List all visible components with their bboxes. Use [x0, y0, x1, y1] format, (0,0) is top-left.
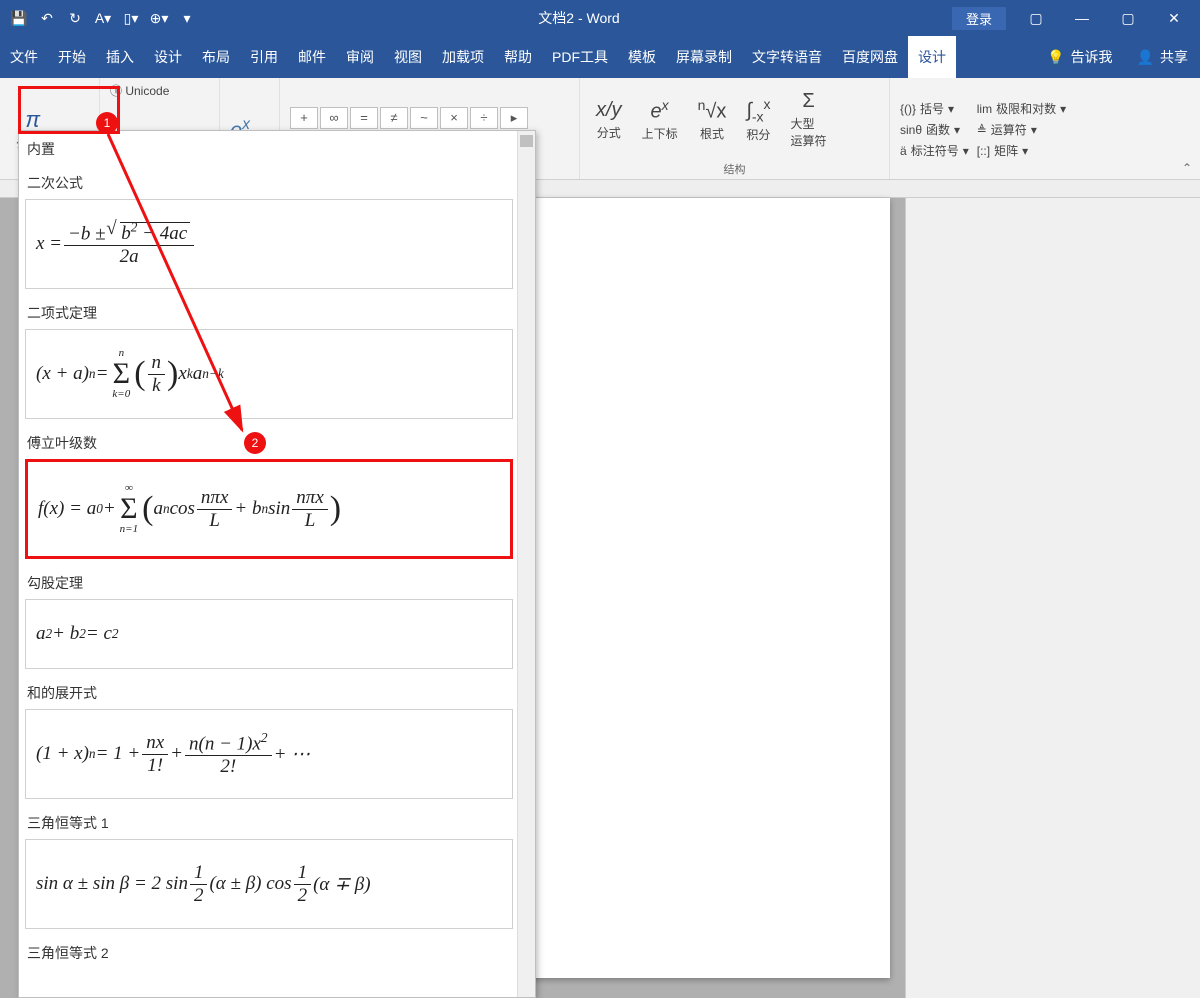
ribbon-display-options[interactable]: ▢ [1016, 0, 1056, 36]
annotation-badge-1: 1 [96, 112, 118, 134]
sym-infinity[interactable]: ∞ [320, 107, 348, 129]
gallery-header-trig1: 三角恒等式 1 [27, 813, 511, 833]
tab-file[interactable]: 文件 [0, 36, 48, 78]
tab-help[interactable]: 帮助 [494, 36, 542, 78]
save-button[interactable]: 💾 [6, 5, 32, 31]
gallery-item-quadratic[interactable]: x = −b ± b2 − 4ac 2a [25, 199, 513, 289]
tab-mailings[interactable]: 邮件 [288, 36, 336, 78]
accent-icon: ä [900, 144, 907, 158]
right-sidebar [905, 198, 1200, 998]
redo-button[interactable]: ↻ [62, 5, 88, 31]
tab-design[interactable]: 设计 [144, 36, 192, 78]
close-button[interactable]: ✕ [1154, 0, 1194, 36]
gallery-header-trig2: 三角恒等式 2 [27, 943, 511, 963]
operator-icon: ≜ [977, 123, 987, 137]
tab-view[interactable]: 视图 [384, 36, 432, 78]
tab-templates[interactable]: 模板 [618, 36, 666, 78]
gallery-scrollbar[interactable] [517, 131, 535, 997]
tab-pdf[interactable]: PDF工具 [542, 36, 618, 78]
function-icon: sinθ [900, 123, 922, 137]
gallery-item-fourier[interactable]: f(x) = a0 + ∞Σn=1 ( an cos nπxL + bn sin… [25, 459, 513, 559]
ribbon-group-more-structures: {()} 括号 ▾ sinθ 函数 ▾ ä 标注符号 ▾ lim 极限和对数 ▾… [890, 78, 1130, 179]
limit-log-button[interactable]: lim 极限和对数 ▾ [977, 100, 1066, 117]
sym-more[interactable]: ▸ [500, 107, 528, 129]
lightbulb-icon: 💡 [1047, 49, 1064, 66]
tab-baidu[interactable]: 百度网盘 [832, 36, 908, 78]
tab-review[interactable]: 审阅 [336, 36, 384, 78]
titlebar-right: 登录 ▢ — ▢ ✕ [952, 0, 1200, 36]
lim-icon: lim [977, 102, 992, 116]
font-color-qat[interactable]: A▾ [90, 5, 116, 31]
tabs-row: 文件 开始 插入 设计 布局 引用 邮件 审阅 视图 加载项 帮助 PDF工具 … [0, 36, 1200, 78]
gallery-header-expansion: 和的展开式 [27, 683, 511, 703]
bracket-icon: {()} [900, 102, 916, 116]
tell-me[interactable]: 💡 告诉我 [1035, 47, 1124, 67]
tell-me-label: 告诉我 [1071, 47, 1113, 67]
ribbon-group-structures: x/y分式 ex上下标 n√x根式 ∫-xx积分 Σ大型 运算符 结构 [580, 78, 890, 179]
annotation-badge-2: 2 [244, 432, 266, 454]
gallery-header-quadratic: 二次公式 [27, 173, 511, 193]
matrix-button[interactable]: [::] 矩阵 ▾ [977, 142, 1066, 159]
sym-notequal[interactable]: ≠ [380, 107, 408, 129]
tab-home[interactable]: 开始 [48, 36, 96, 78]
titlebar: 💾 ↶ ↻ A▾ ▯▾ ⊕▾ ▾ 文档2 - Word 登录 ▢ — ▢ ✕ [0, 0, 1200, 36]
login-button[interactable]: 登录 [952, 7, 1006, 30]
radical-button[interactable]: n√x根式 [692, 95, 733, 145]
gallery-item-trig1[interactable]: sin α ± sin β = 2 sin 12(α ± β) cos 12(α… [25, 839, 513, 929]
gallery-item-binomial[interactable]: (x + a)n = nΣk=0 (nk) xkan−k [25, 329, 513, 419]
share-label: 共享 [1160, 47, 1188, 67]
gallery-header-fourier: 傅立叶级数 [27, 433, 511, 453]
minimize-button[interactable]: — [1062, 0, 1102, 36]
gallery-item-pythagoras[interactable]: a2 + b2 = c2 [25, 599, 513, 669]
sym-plus[interactable]: + [290, 107, 318, 129]
window-title: 文档2 - Word [206, 8, 952, 28]
matrix-icon: [::] [977, 144, 990, 158]
undo-button[interactable]: ↶ [34, 5, 60, 31]
fraction-button[interactable]: x/y分式 [590, 97, 628, 143]
tab-insert[interactable]: 插入 [96, 36, 144, 78]
quick-access-toolbar: 💾 ↶ ↻ A▾ ▯▾ ⊕▾ ▾ [0, 5, 206, 31]
tab-addins[interactable]: 加载项 [432, 36, 494, 78]
new-doc-qat[interactable]: ⊕▾ [146, 5, 172, 31]
qat-overflow[interactable]: ▾ [174, 5, 200, 31]
share-button[interactable]: 👤 共享 [1125, 47, 1200, 67]
gallery-header-builtin: 内置 [27, 139, 511, 159]
sym-equals[interactable]: = [350, 107, 378, 129]
gallery-item-expansion[interactable]: (1 + x)n = 1 + nx1! + n(n − 1)x22! + ⋯ [25, 709, 513, 799]
tab-equation-design[interactable]: 设计 [908, 36, 956, 78]
bracket-button[interactable]: {()} 括号 ▾ [900, 100, 969, 117]
tab-layout[interactable]: 布局 [192, 36, 240, 78]
tab-record[interactable]: 屏幕录制 [666, 36, 742, 78]
large-operator-button[interactable]: Σ大型 运算符 [785, 88, 833, 151]
share-icon: 👤 [1137, 49, 1154, 66]
function-button[interactable]: sinθ 函数 ▾ [900, 121, 969, 138]
collapse-ribbon-button[interactable]: ⌃ [1182, 161, 1192, 175]
maximize-button[interactable]: ▢ [1108, 0, 1148, 36]
equation-gallery-dropdown: 内置 二次公式 x = −b ± b2 − 4ac 2a 二项式定理 (x + … [18, 130, 536, 998]
accent-button[interactable]: ä 标注符号 ▾ [900, 142, 969, 159]
structures-group-label: 结构 [590, 157, 879, 177]
tab-references[interactable]: 引用 [240, 36, 288, 78]
sym-approx[interactable]: ~ [410, 107, 438, 129]
operator-button[interactable]: ≜ 运算符 ▾ [977, 121, 1066, 138]
gallery-header-pythagoras: 勾股定理 [27, 573, 511, 593]
sym-times[interactable]: × [440, 107, 468, 129]
gallery-header-binomial: 二项式定理 [27, 303, 511, 323]
device-qat[interactable]: ▯▾ [118, 5, 144, 31]
script-button[interactable]: ex上下标 [636, 95, 684, 145]
tab-tts[interactable]: 文字转语音 [742, 36, 832, 78]
sym-divide[interactable]: ÷ [470, 107, 498, 129]
integral-button[interactable]: ∫-xx积分 [740, 94, 776, 146]
